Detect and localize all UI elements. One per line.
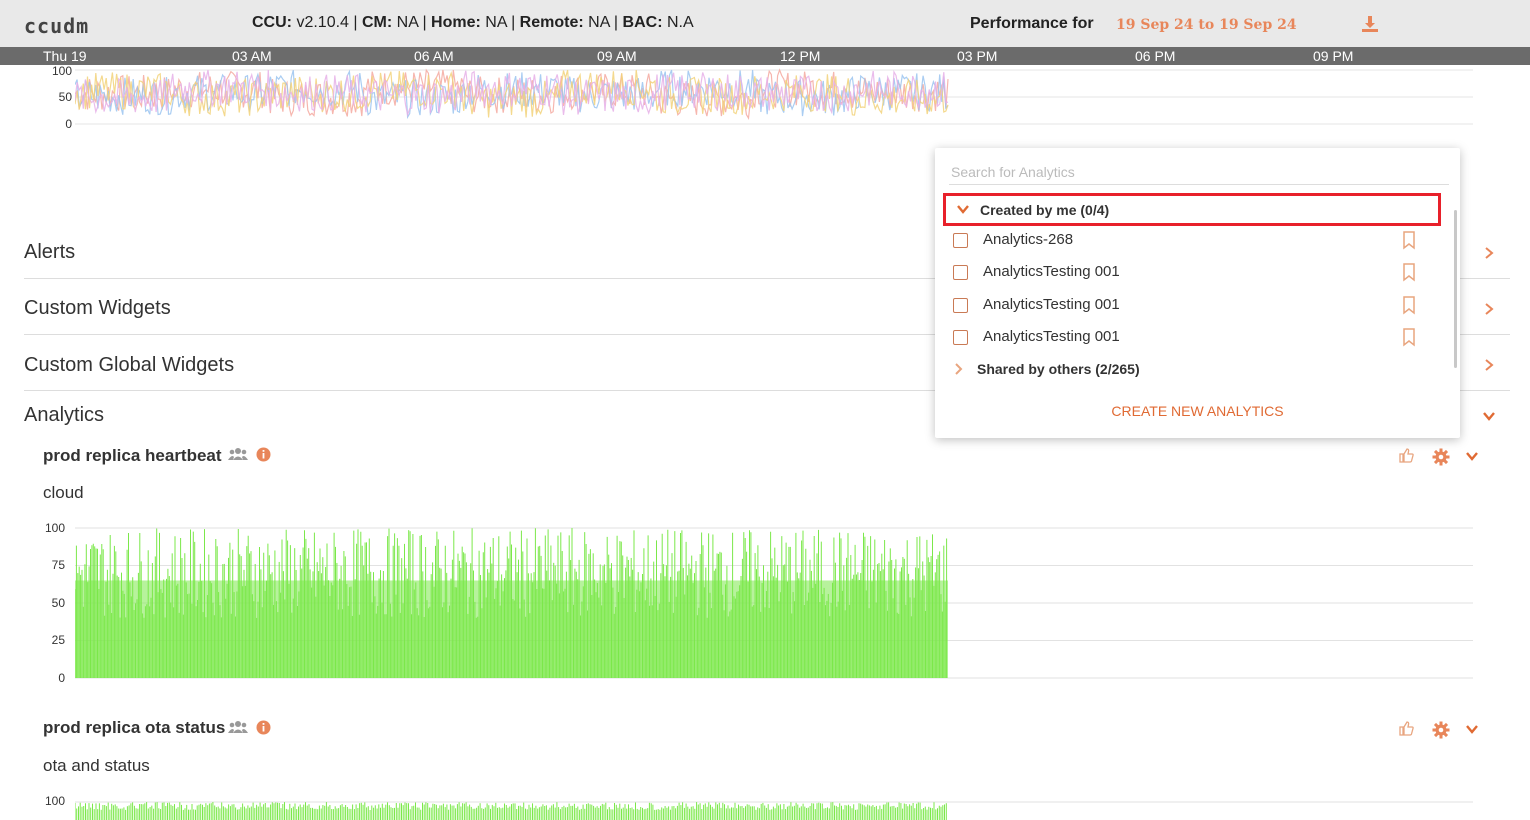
bookmark-icon[interactable] bbox=[1401, 327, 1417, 347]
shared-users-icon bbox=[228, 448, 248, 460]
thumbs-up-icon[interactable] bbox=[1398, 447, 1415, 464]
y-tick-label: 100 bbox=[51, 64, 72, 78]
bac-value: N.A bbox=[662, 14, 694, 31]
bac-label: BAC: bbox=[622, 14, 663, 31]
analytics-dropdown: Created by me (0/4) Analytics-268 Analyt… bbox=[935, 148, 1460, 438]
timeline-tick: 12 PM bbox=[780, 48, 821, 64]
home-value: NA | bbox=[480, 14, 520, 31]
shared-users-icon bbox=[228, 721, 248, 733]
timeline-tick: 06 PM bbox=[1135, 48, 1176, 64]
ccu-label: CCU: bbox=[252, 14, 292, 31]
timeline-bar bbox=[0, 47, 1530, 65]
section-title: Custom Global Widgets bbox=[24, 354, 235, 376]
ccu-value: v2.10.4 | bbox=[292, 14, 362, 31]
gear-icon[interactable] bbox=[1432, 721, 1450, 739]
chevron-right-icon[interactable] bbox=[1482, 246, 1496, 260]
cm-label: CM: bbox=[361, 14, 393, 31]
item-label: AnalyticsTesting 001 bbox=[983, 263, 1120, 280]
remote-label: Remote: bbox=[519, 14, 584, 31]
timeline-tick: 06 AM bbox=[414, 48, 454, 64]
y-tick-label: 25 bbox=[51, 633, 65, 647]
timeline-tick: Thu 19 bbox=[43, 48, 87, 64]
create-new-analytics-button[interactable]: CREATE NEW ANALYTICS bbox=[935, 403, 1460, 419]
chevron-down-icon[interactable] bbox=[1482, 409, 1496, 423]
timeline-tick: 09 PM bbox=[1313, 48, 1354, 64]
y-tick-label: 75 bbox=[51, 558, 65, 572]
y-tick-label: 50 bbox=[51, 596, 65, 610]
performance-date-range[interactable]: 19 Sep 24 to 19 Sep 24 bbox=[1116, 17, 1297, 33]
dropdown-scrollbar[interactable] bbox=[1454, 210, 1457, 368]
top-multi-line-chart bbox=[75, 68, 1473, 125]
info-icon[interactable] bbox=[256, 447, 271, 462]
chevron-right-icon[interactable] bbox=[1482, 302, 1496, 316]
item-label: AnalyticsTesting 001 bbox=[983, 328, 1120, 345]
gear-icon[interactable] bbox=[1432, 448, 1450, 466]
timeline-tick: 09 AM bbox=[597, 48, 637, 64]
item-checkbox[interactable] bbox=[953, 330, 968, 345]
y-tick-label: 50 bbox=[58, 90, 72, 104]
timeline-tick: 03 PM bbox=[957, 48, 998, 64]
cm-value: NA | bbox=[392, 14, 432, 31]
bookmark-icon[interactable] bbox=[1401, 230, 1417, 250]
group-created-by-me[interactable]: Created by me (0/4) bbox=[943, 193, 1441, 226]
y-tick-label: 0 bbox=[65, 117, 72, 131]
y-tick-label: 0 bbox=[58, 671, 65, 685]
item-label: Analytics-268 bbox=[983, 231, 1074, 248]
analytics-list-item[interactable]: AnalyticsTesting 001 bbox=[953, 327, 1423, 351]
widget-subtitle-ota: ota and status bbox=[43, 756, 150, 775]
group-label: Shared by others (2/265) bbox=[977, 361, 1140, 377]
analytics-list-item[interactable]: AnalyticsTesting 001 bbox=[953, 295, 1423, 319]
app-name[interactable]: ccudm bbox=[24, 14, 89, 38]
bookmark-icon[interactable] bbox=[1401, 262, 1417, 282]
thumbs-up-icon[interactable] bbox=[1398, 720, 1415, 737]
widget-title-heartbeat: prod replica heartbeat bbox=[43, 446, 222, 465]
widget-title-ota: prod replica ota status bbox=[43, 718, 226, 737]
section-title: Custom Widgets bbox=[24, 297, 171, 319]
performance-label: Performance for bbox=[970, 15, 1094, 32]
heartbeat-bar-chart bbox=[75, 527, 1473, 679]
analytics-list-item[interactable]: Analytics-268 bbox=[953, 230, 1423, 254]
section-title: Analytics bbox=[24, 404, 105, 426]
y-tick-label: 100 bbox=[44, 521, 65, 535]
chevron-down-icon[interactable] bbox=[956, 203, 970, 215]
item-label: AnalyticsTesting 001 bbox=[983, 296, 1120, 313]
group-label: Created by me (0/4) bbox=[980, 202, 1110, 218]
chevron-down-icon[interactable] bbox=[1465, 723, 1479, 735]
top-bar: ccudm CCU: v2.10.4 | CM: NA | Home: NA |… bbox=[0, 0, 1530, 48]
info-icon[interactable] bbox=[256, 720, 271, 735]
chevron-right-icon[interactable] bbox=[1482, 358, 1496, 372]
y-tick-label: 100 bbox=[44, 794, 65, 808]
widget-subtitle-heartbeat: cloud bbox=[43, 483, 84, 502]
item-checkbox[interactable] bbox=[953, 298, 968, 313]
download-icon[interactable] bbox=[1360, 14, 1380, 34]
home-label: Home: bbox=[431, 14, 481, 31]
chevron-down-icon[interactable] bbox=[1465, 450, 1479, 462]
ota-bar-chart bbox=[75, 801, 1473, 820]
item-checkbox[interactable] bbox=[953, 265, 968, 280]
remote-value: NA | bbox=[583, 14, 623, 31]
bookmark-icon[interactable] bbox=[1401, 295, 1417, 315]
search-analytics-input[interactable] bbox=[949, 160, 1449, 185]
section-title: Alerts bbox=[24, 241, 76, 263]
ccu-info: CCU: v2.10.4 | CM: NA | Home: NA | Remot… bbox=[252, 14, 694, 32]
analytics-list-item[interactable]: AnalyticsTesting 001 bbox=[953, 262, 1423, 286]
item-checkbox[interactable] bbox=[953, 233, 968, 248]
group-shared-by-others[interactable]: Shared by others (2/265) bbox=[953, 360, 1253, 380]
timeline-tick: 03 AM bbox=[232, 48, 272, 64]
chevron-right-icon[interactable] bbox=[953, 362, 965, 376]
